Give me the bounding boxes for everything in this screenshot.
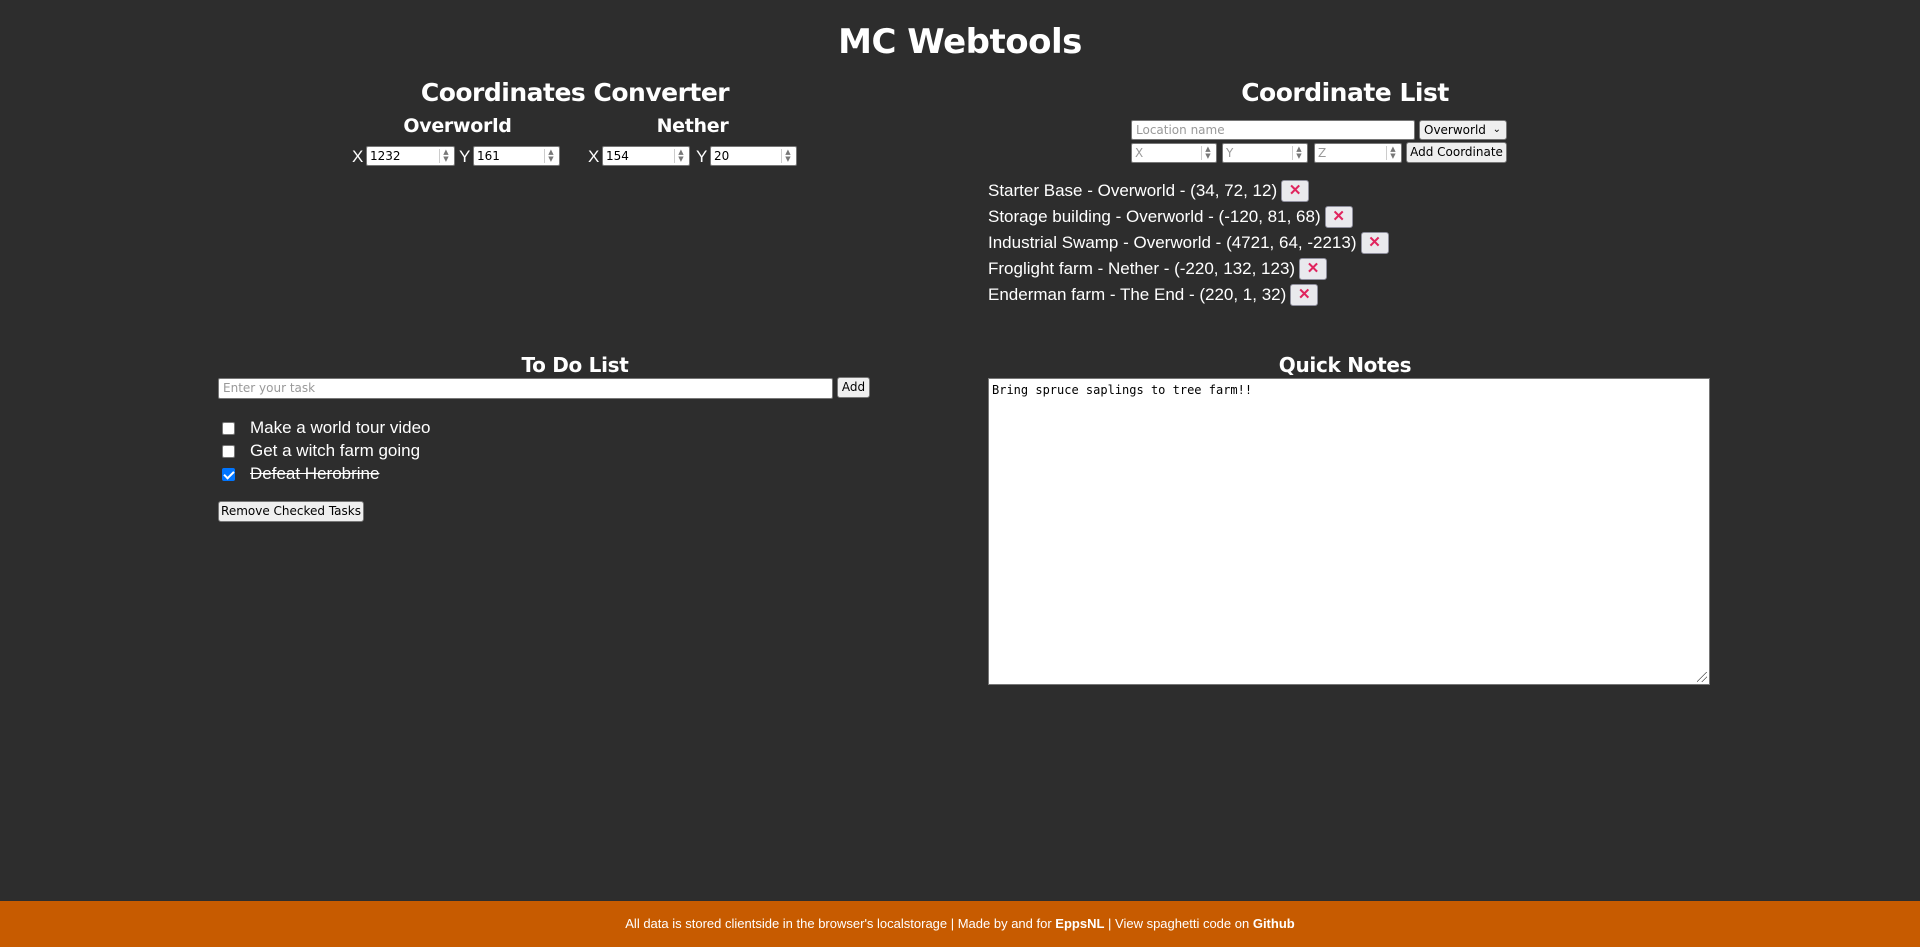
- task-checkbox[interactable]: [222, 421, 235, 435]
- delete-coordinate-button[interactable]: ✕: [1360, 232, 1389, 254]
- nether-x-label: X: [588, 147, 600, 166]
- delete-coordinate-button[interactable]: ✕: [1324, 206, 1353, 228]
- list-item: Industrial Swamp - Overworld - (4721, 64…: [988, 231, 1389, 255]
- footer-text: All data is stored clientside in the bro…: [625, 916, 1056, 931]
- nether-x-input[interactable]: 154 ▲ ▼: [602, 146, 690, 166]
- task-checkbox[interactable]: [222, 467, 235, 481]
- dimension-select[interactable]: Overworld ⌄: [1419, 120, 1507, 140]
- converter-title: Coordinates Converter: [420, 78, 730, 107]
- spinner-icon[interactable]: ▲ ▼: [781, 149, 794, 163]
- coordinate-entry-text: Storage building - Overworld - (-120, 81…: [988, 207, 1321, 226]
- nether-y-label: Y: [696, 147, 708, 166]
- page-title: MC Webtools: [838, 22, 1082, 62]
- spinner-icon[interactable]: ▲ ▼: [1292, 146, 1305, 160]
- task-input[interactable]: Enter your task: [218, 378, 833, 399]
- close-icon: ✕: [1297, 286, 1311, 303]
- list-item: Starter Base - Overworld - (34, 72, 12) …: [988, 179, 1310, 203]
- overworld-y-label: Y: [459, 147, 471, 166]
- coordinate-list-title: Coordinate List: [1241, 78, 1449, 107]
- coord-y-input[interactable]: Y ▲ ▼: [1222, 143, 1308, 163]
- location-name-input[interactable]: Location name: [1131, 120, 1415, 140]
- overworld-x-label: X: [352, 147, 364, 166]
- list-item: Froglight farm - Nether - (-220, 132, 12…: [988, 257, 1328, 281]
- coordinate-entry-text: Froglight farm - Nether - (-220, 132, 12…: [988, 259, 1296, 278]
- quick-notes-title: Quick Notes: [1278, 353, 1412, 377]
- list-item: Storage building - Overworld - (-120, 81…: [988, 205, 1353, 229]
- notes-textarea[interactable]: Bring spruce saplings to tree farm!!: [988, 378, 1710, 685]
- coordinate-entry-text: Enderman farm - The End - (220, 1, 32): [988, 285, 1287, 304]
- overworld-x-input[interactable]: 1232 ▲ ▼: [366, 146, 455, 166]
- todo-title: To Do List: [521, 353, 629, 377]
- nether-y-input[interactable]: 20 ▲ ▼: [710, 146, 797, 166]
- task-checkbox[interactable]: [222, 444, 235, 458]
- spinner-icon[interactable]: ▲ ▼: [674, 149, 687, 163]
- list-item: Get a witch farm going: [222, 440, 420, 462]
- spinner-icon[interactable]: ▲ ▼: [439, 149, 452, 163]
- list-item: Enderman farm - The End - (220, 1, 32) ✕: [988, 283, 1319, 307]
- coordinate-entry-text: Starter Base - Overworld - (34, 72, 12): [988, 181, 1278, 200]
- close-icon: ✕: [1368, 234, 1381, 251]
- coord-z-input[interactable]: Z ▲ ▼: [1314, 143, 1402, 163]
- spinner-icon[interactable]: ▲ ▼: [1201, 146, 1214, 160]
- coordinate-entry-text: Industrial Swamp - Overworld - (4721, 64…: [988, 233, 1357, 252]
- coord-x-input[interactable]: X ▲ ▼: [1131, 143, 1217, 163]
- close-icon: ✕: [1288, 182, 1302, 199]
- close-icon: ✕: [1306, 260, 1320, 277]
- overworld-heading: Overworld: [403, 115, 512, 137]
- delete-coordinate-button[interactable]: ✕: [1299, 258, 1328, 280]
- delete-coordinate-button[interactable]: ✕: [1290, 284, 1319, 306]
- task-label: Make a world tour video: [250, 418, 431, 437]
- remove-checked-tasks-button[interactable]: Remove Checked Tasks: [218, 501, 364, 522]
- overworld-y-input[interactable]: 161 ▲ ▼: [473, 146, 560, 166]
- add-coordinate-button[interactable]: Add Coordinate: [1406, 142, 1507, 163]
- list-item: Defeat Herobrine: [222, 463, 379, 485]
- author-link[interactable]: EppsNL: [1055, 916, 1104, 931]
- footer: All data is stored clientside in the bro…: [0, 901, 1920, 947]
- spinner-icon[interactable]: ▲ ▼: [544, 149, 557, 163]
- spinner-icon[interactable]: ▲ ▼: [1386, 146, 1399, 160]
- delete-coordinate-button[interactable]: ✕: [1281, 180, 1310, 202]
- footer-text: | View spaghetti code on: [1104, 916, 1253, 931]
- github-link[interactable]: Github: [1253, 916, 1295, 931]
- nether-heading: Nether: [656, 115, 729, 137]
- close-icon: ✕: [1332, 208, 1345, 225]
- add-task-button[interactable]: Add: [837, 377, 870, 398]
- task-label: Get a witch farm going: [250, 441, 421, 460]
- chevron-down-icon: ⌄: [1492, 124, 1501, 135]
- resize-handle-icon[interactable]: [1697, 672, 1707, 682]
- list-item: Make a world tour video: [222, 417, 430, 439]
- task-label: Defeat Herobrine: [250, 464, 380, 483]
